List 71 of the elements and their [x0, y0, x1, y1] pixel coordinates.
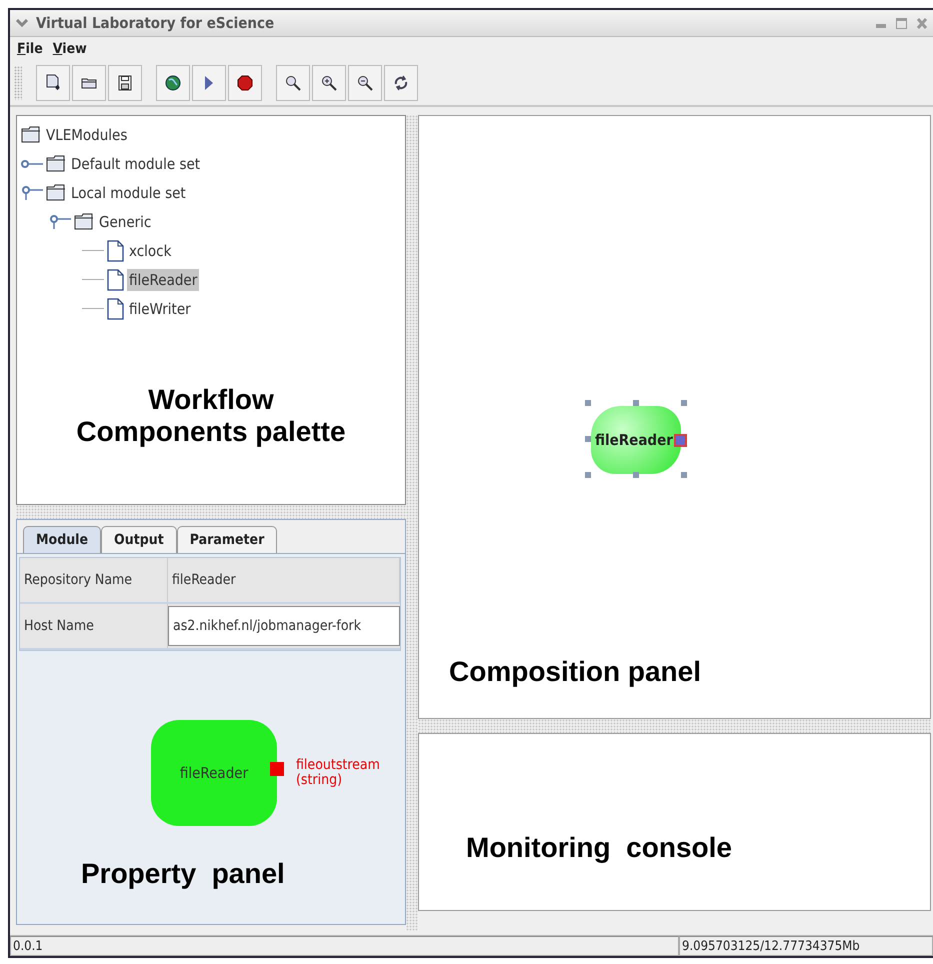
toolbar-grip[interactable]: [14, 66, 22, 100]
zoom-out-icon: [357, 75, 373, 91]
collapsed-toggle-icon[interactable]: [21, 158, 43, 168]
tab[interactable]: Output: [101, 526, 177, 553]
tree-item[interactable]: Default module set: [69, 152, 202, 174]
workflow-node[interactable]: fileReader: [591, 406, 681, 474]
resize-handle[interactable]: [585, 472, 591, 478]
toolbar-button[interactable]: [348, 65, 382, 101]
menu-item[interactable]: View: [50, 41, 90, 57]
tree-item[interactable]: VLEModules: [44, 124, 130, 146]
toolbar-button[interactable]: [276, 65, 310, 101]
module-block: fileReader: [151, 720, 277, 826]
splitter[interactable]: [406, 115, 418, 931]
resize-handle[interactable]: [633, 400, 639, 406]
toolbar-button[interactable]: [312, 65, 346, 101]
splitter[interactable]: [418, 719, 931, 733]
tree-item[interactable]: xclock: [127, 240, 174, 262]
memory-usage: 9.095703125/12.77734375Mb: [679, 936, 933, 956]
new-file-icon: [45, 74, 61, 92]
toolbar-button[interactable]: [72, 65, 106, 101]
file-icon: [107, 298, 124, 320]
folder-icon: [46, 155, 66, 172]
toolbar-button[interactable]: [156, 65, 190, 101]
panel-caption: Monitoring console: [466, 832, 732, 864]
folder-icon: [74, 213, 94, 230]
folder-icon: [46, 184, 66, 201]
tree-item[interactable]: Generic: [97, 210, 154, 232]
toolbar-button[interactable]: [228, 65, 262, 101]
splitter[interactable]: [16, 505, 406, 519]
zoom-in-icon: [321, 75, 337, 91]
panel-caption: Property panel: [81, 858, 285, 890]
property-label: Repository Name: [20, 558, 168, 602]
folder-icon: [21, 126, 41, 143]
maximize-icon[interactable]: [896, 18, 907, 28]
chevron-icon[interactable]: [16, 18, 28, 28]
toolbar-button[interactable]: [192, 65, 226, 101]
property-value: fileReader: [168, 558, 400, 602]
panel-caption: Composition panel: [449, 656, 701, 688]
output-port: [270, 762, 284, 776]
play-icon: [204, 75, 214, 91]
toolbar-button[interactable]: [36, 65, 70, 101]
port-type: (string): [296, 773, 342, 787]
host-name-field[interactable]: as2.nikhef.nl/jobmanager-fork: [168, 606, 400, 646]
file-icon: [107, 268, 124, 290]
version-text: 0.0.1: [10, 936, 679, 956]
panel-caption: Workflow Components palette: [75, 384, 347, 448]
save-icon: [118, 75, 132, 91]
tab[interactable]: Module: [23, 526, 102, 553]
tree-item[interactable]: fileWriter: [127, 298, 193, 320]
expanded-toggle-icon[interactable]: [49, 214, 71, 228]
resize-handle[interactable]: [681, 472, 687, 478]
tree-item[interactable]: Local module set: [69, 182, 188, 204]
search-icon: [285, 75, 301, 91]
refresh-icon: [393, 75, 409, 91]
expanded-toggle-icon[interactable]: [21, 186, 43, 200]
menu-item[interactable]: File: [14, 41, 46, 57]
resize-handle[interactable]: [681, 400, 687, 406]
resize-handle[interactable]: [585, 436, 591, 442]
file-icon: [107, 240, 124, 262]
folder-icon: [81, 77, 97, 89]
resize-handle[interactable]: [585, 400, 591, 406]
port-name: fileoutstream: [296, 758, 380, 772]
toolbar-button[interactable]: [108, 65, 142, 101]
window-title: Virtual Laboratory for eScience: [36, 14, 276, 32]
toolbar-button[interactable]: [384, 65, 418, 101]
close-icon[interactable]: [917, 18, 927, 28]
resize-handle[interactable]: [633, 472, 639, 478]
tree-item[interactable]: fileReader: [127, 268, 200, 290]
globe-icon: [165, 75, 181, 91]
tab[interactable]: Parameter: [176, 526, 278, 553]
stop-icon: [237, 75, 253, 91]
